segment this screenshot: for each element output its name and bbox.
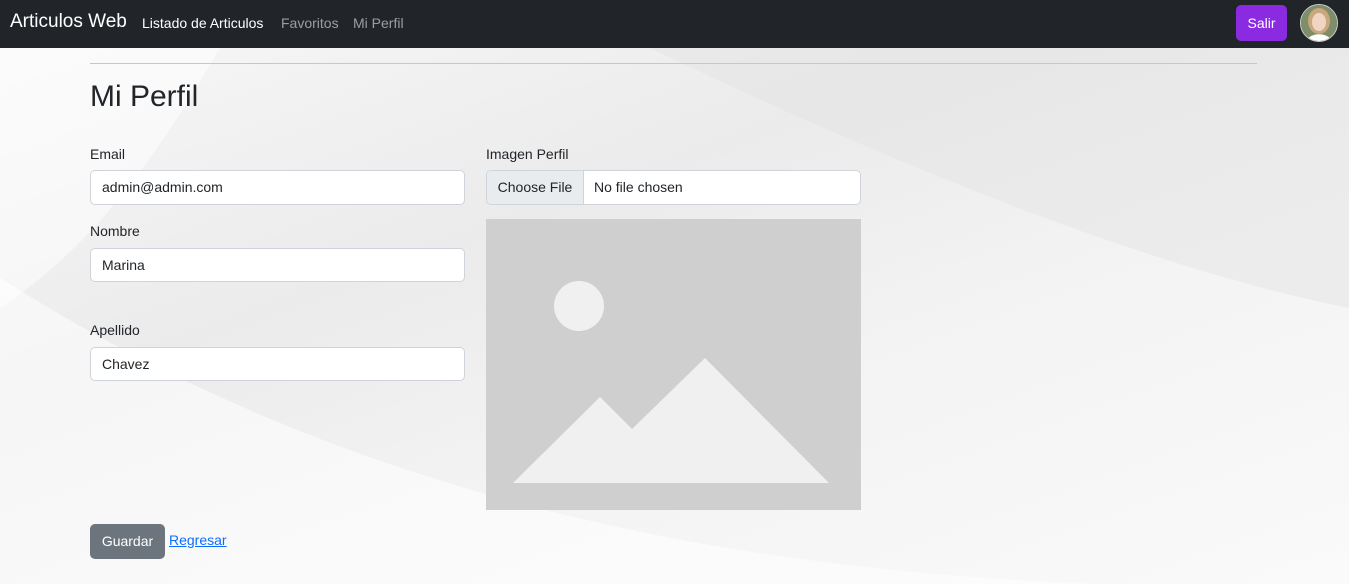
header-divider <box>90 63 1257 64</box>
file-status-text: No file chosen <box>594 179 683 195</box>
imagen-perfil-label: Imagen Perfil <box>486 146 569 162</box>
email-field[interactable]: admin@admin.com <box>90 170 465 205</box>
nav-link-listado[interactable]: Listado de Articulos <box>142 15 263 31</box>
nombre-label: Nombre <box>90 223 140 239</box>
email-label: Email <box>90 146 126 162</box>
top-navbar: Articulos Web Listado de Articulos Favor… <box>0 0 1349 48</box>
page-title: Mi Perfil <box>90 80 199 113</box>
nav-link-favoritos[interactable]: Favoritos <box>281 15 339 31</box>
apellido-label: Apellido <box>90 322 140 338</box>
save-button[interactable]: Guardar <box>90 524 165 559</box>
brand-link[interactable]: Articulos Web <box>10 11 127 33</box>
back-link[interactable]: Regresar <box>169 532 227 548</box>
apellido-field[interactable]: Chavez <box>90 347 465 381</box>
avatar[interactable] <box>1300 4 1338 42</box>
logout-button[interactable]: Salir <box>1236 5 1287 41</box>
nombre-field[interactable]: Marina <box>90 248 465 282</box>
profile-image-preview <box>486 219 861 510</box>
avatar-photo-icon <box>1301 5 1337 41</box>
profile-image-file-input[interactable]: Choose File No file chosen <box>486 170 861 205</box>
nav-link-mi-perfil[interactable]: Mi Perfil <box>353 15 404 31</box>
choose-file-button[interactable]: Choose File <box>487 171 584 204</box>
image-placeholder-icon <box>513 281 829 483</box>
